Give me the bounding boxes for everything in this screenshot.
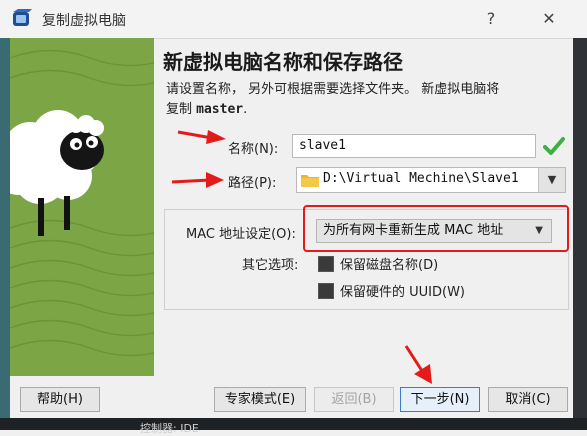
background-window-edge <box>0 38 10 430</box>
virtualbox-app-icon <box>13 9 32 26</box>
keep-hardware-uuid-label: 保留硬件的 UUID(W) <box>340 285 466 300</box>
close-icon[interactable]: ✕ <box>534 6 564 32</box>
path-value: D:\Virtual Mechine\Slave1 <box>323 171 519 186</box>
red-highlight-box <box>303 205 569 252</box>
description-line-1: 请设置名称， 另外可根据需要选择文件夹。 新虚拟电脑将 <box>166 82 500 97</box>
next-button[interactable]: 下一步(N) <box>400 387 480 412</box>
red-arrow-icon <box>404 345 432 384</box>
red-arrow-icon <box>177 130 226 144</box>
other-options-label: 其它选项: <box>242 258 299 273</box>
valid-check-icon <box>543 137 565 155</box>
source-machine-name: master <box>196 102 244 117</box>
help-button[interactable]: 帮助(H) <box>20 387 100 412</box>
mac-policy-label: MAC 地址设定(O): <box>186 227 296 242</box>
sheep-illustration <box>10 38 154 376</box>
keep-disk-names-label: 保留磁盘名称(D) <box>340 258 439 273</box>
name-label: 名称(N): <box>228 142 279 157</box>
window-title: 复制虚拟电脑 <box>42 13 126 29</box>
chevron-down-icon[interactable]: ▼ <box>538 168 565 192</box>
background-window-edge-right <box>573 38 587 430</box>
keep-disk-names-checkbox[interactable] <box>318 256 334 272</box>
help-icon[interactable]: ? <box>476 6 506 32</box>
folder-icon <box>301 175 319 187</box>
path-label: 路径(P): <box>228 176 277 191</box>
expert-mode-button[interactable]: 专家模式(E) <box>214 387 306 412</box>
description-suffix: . <box>243 102 248 117</box>
path-selector[interactable]: D:\Virtual Mechine\Slave1 ▼ <box>296 167 566 193</box>
red-arrow-icon <box>171 172 224 188</box>
wizard-illustration <box>10 38 154 376</box>
title-bar: 复制虚拟电脑 ? ✕ <box>0 0 587 39</box>
keep-hardware-uuid-checkbox[interactable] <box>318 283 334 299</box>
name-input[interactable]: slave1 <box>292 134 536 158</box>
description-prefix: 复制 <box>166 102 197 117</box>
background-window-text: 控制器: IDE <box>140 422 199 435</box>
cancel-button[interactable]: 取消(C) <box>488 387 568 412</box>
background-window-bottom <box>0 418 587 430</box>
page-title: 新虚拟电脑名称和保存路径 <box>163 50 403 74</box>
page-description: 请设置名称， 另外可根据需要选择文件夹。 新虚拟电脑将 复制 master. <box>166 80 566 120</box>
back-button[interactable]: 返回(B) <box>314 387 394 412</box>
